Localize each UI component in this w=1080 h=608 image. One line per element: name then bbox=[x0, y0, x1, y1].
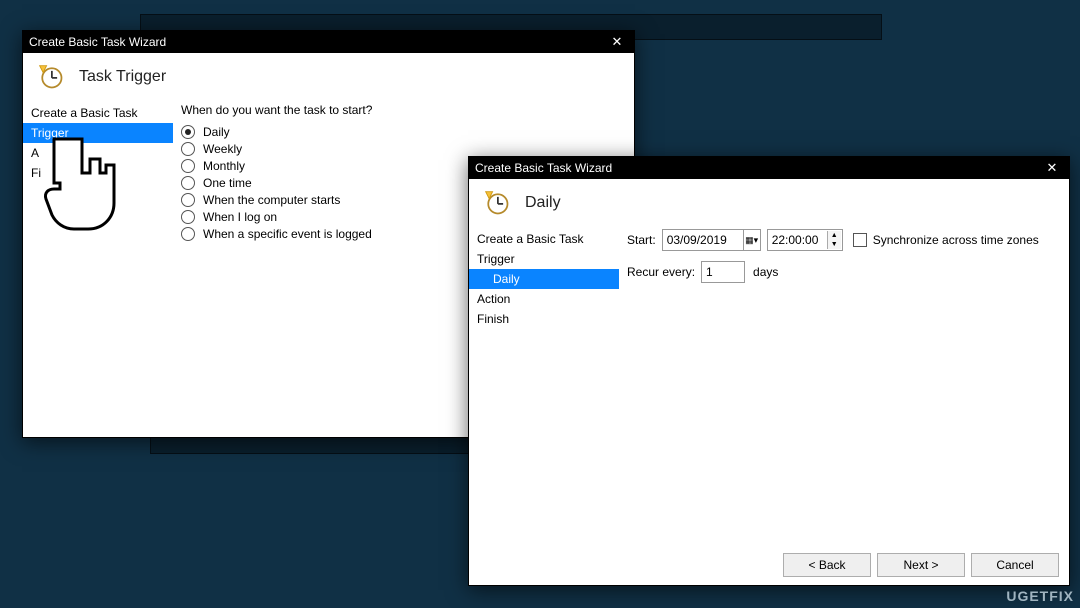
footer: < Back Next > Cancel bbox=[469, 547, 1069, 585]
window-title: Create Basic Task Wizard bbox=[475, 161, 1041, 175]
radio-icon[interactable] bbox=[181, 142, 195, 156]
sidebar-item[interactable]: Trigger bbox=[23, 123, 173, 143]
sidebar: Create a Basic TaskTriggerAFi bbox=[23, 99, 173, 399]
radio-icon[interactable] bbox=[181, 159, 195, 173]
radio-label: When I log on bbox=[203, 210, 277, 224]
sidebar-item[interactable]: Create a Basic Task bbox=[469, 229, 619, 249]
close-icon[interactable]: ✕ bbox=[1041, 159, 1063, 177]
sidebar-item[interactable]: Action bbox=[469, 289, 619, 309]
sidebar-item[interactable]: Create a Basic Task bbox=[23, 103, 173, 123]
radio-label: Weekly bbox=[203, 142, 242, 156]
watermark: UGETFIX bbox=[1006, 588, 1074, 604]
start-time-value: 22:00:00 bbox=[772, 233, 819, 247]
radio-option[interactable]: Weekly bbox=[181, 142, 618, 156]
wizard-icon bbox=[37, 63, 65, 91]
sidebar-item[interactable]: Fi bbox=[23, 163, 173, 183]
wizard-icon bbox=[483, 189, 511, 217]
sync-label: Synchronize across time zones bbox=[873, 233, 1039, 247]
radio-label: Monthly bbox=[203, 159, 245, 173]
sync-checkbox[interactable] bbox=[853, 233, 867, 247]
radio-label: Daily bbox=[203, 125, 230, 139]
start-date-input[interactable]: 03/09/2019 bbox=[662, 229, 744, 251]
window-title: Create Basic Task Wizard bbox=[29, 35, 606, 49]
radio-label: One time bbox=[203, 176, 252, 190]
recur-label: Recur every: bbox=[627, 265, 695, 279]
calendar-icon[interactable]: ▦▾ bbox=[744, 229, 761, 251]
page-title: Task Trigger bbox=[79, 68, 166, 86]
sidebar-item[interactable]: Trigger bbox=[469, 249, 619, 269]
next-button[interactable]: Next > bbox=[877, 553, 965, 577]
daily-window: Create Basic Task Wizard ✕ Daily Create … bbox=[468, 156, 1070, 586]
sidebar-item[interactable]: Daily bbox=[469, 269, 619, 289]
titlebar[interactable]: Create Basic Task Wizard ✕ bbox=[23, 31, 634, 53]
sidebar-item[interactable]: A bbox=[23, 143, 173, 163]
radio-icon[interactable] bbox=[181, 210, 195, 224]
recur-unit: days bbox=[753, 265, 778, 279]
start-time-input[interactable]: 22:00:00 ▲▼ bbox=[767, 229, 843, 251]
content-pane: Start: 03/09/2019 ▦▾ 22:00:00 ▲▼ Synchro… bbox=[619, 225, 1069, 547]
radio-icon[interactable] bbox=[181, 176, 195, 190]
cancel-button[interactable]: Cancel bbox=[971, 553, 1059, 577]
spinner-arrows[interactable]: ▲▼ bbox=[827, 231, 841, 249]
prompt-text: When do you want the task to start? bbox=[181, 103, 618, 117]
radio-option[interactable]: Daily bbox=[181, 125, 618, 139]
sidebar-item[interactable]: Finish bbox=[469, 309, 619, 329]
radio-icon[interactable] bbox=[181, 193, 195, 207]
titlebar[interactable]: Create Basic Task Wizard ✕ bbox=[469, 157, 1069, 179]
radio-label: When the computer starts bbox=[203, 193, 340, 207]
page-title: Daily bbox=[525, 194, 561, 212]
close-icon[interactable]: ✕ bbox=[606, 33, 628, 51]
radio-icon[interactable] bbox=[181, 227, 195, 241]
recur-input[interactable]: 1 bbox=[701, 261, 745, 283]
radio-label: When a specific event is logged bbox=[203, 227, 372, 241]
sidebar: Create a Basic TaskTriggerDailyActionFin… bbox=[469, 225, 619, 547]
back-button[interactable]: < Back bbox=[783, 553, 871, 577]
radio-icon[interactable] bbox=[181, 125, 195, 139]
start-label: Start: bbox=[627, 233, 656, 247]
